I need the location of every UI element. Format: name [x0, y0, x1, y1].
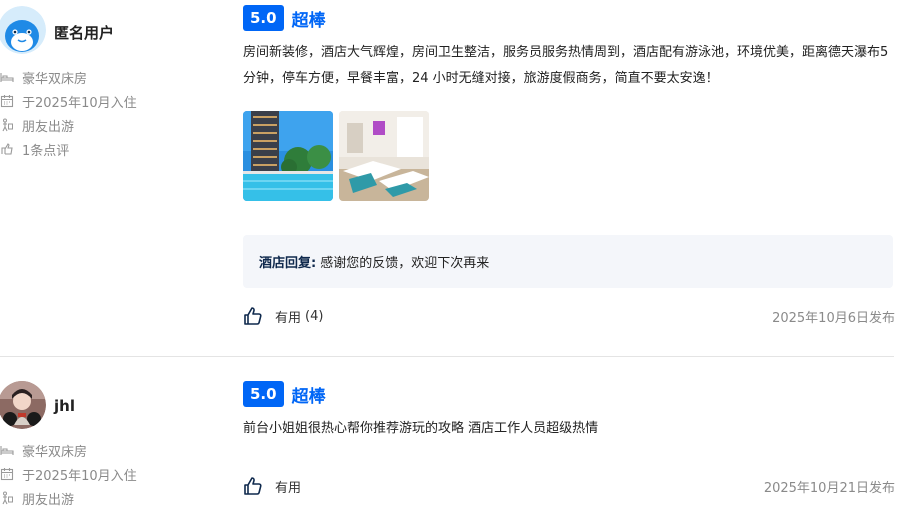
checkin-date: 于2025年10月入住 — [0, 89, 137, 113]
user-avatar[interactable] — [0, 6, 46, 54]
helpful-count: (4) — [305, 308, 324, 324]
review-footer: 有用 (4) 2025年10月6日发布 — [243, 304, 895, 328]
review-count-label: 1条点评 — [22, 143, 70, 159]
hotel-reply: 酒店回复: 感谢您的反馈，欢迎下次再来 — [243, 235, 893, 288]
calendar-icon — [0, 95, 14, 108]
username: jhl⁠ — [54, 397, 75, 415]
review-text: 房间新装修，酒店大气辉煌，房间卫生整洁，服务员服务热情周到，酒店配有游泳池，环境… — [243, 45, 889, 86]
thumbs-up-icon — [244, 307, 262, 325]
travel-type: 朋友出游 — [0, 486, 137, 510]
score-badge: 5.0 — [243, 5, 284, 31]
user-photo-avatar-icon — [0, 381, 46, 429]
travel-type-icon — [2, 491, 13, 505]
helpful-button[interactable]: 有用 — [243, 476, 305, 496]
checkin-date-label: 于2025年10月入住 — [22, 95, 137, 111]
score-label: 超棒 — [291, 10, 326, 31]
review-footer: 有用 2025年10月21日发布 — [243, 474, 895, 498]
review-count-icon — [1, 143, 13, 155]
travel-type-label: 朋友出游 — [22, 492, 75, 508]
calendar-icon — [0, 468, 14, 481]
twin-room-photo[interactable] — [339, 111, 429, 201]
helpful-label: 有用 — [275, 310, 302, 326]
room-type-label: 豪华双床房 — [22, 444, 88, 460]
reply-label: 酒店回复: — [259, 256, 317, 271]
review-text: 前台小姐姐很热心帮你推荐游玩的攻略 酒店工作人员超级热情 — [243, 421, 599, 436]
helpful-button[interactable]: 有用 (4) — [243, 306, 323, 326]
score-label: 超棒 — [291, 386, 326, 407]
user-meta: 豪华双床房 于2025年10月入住 朋友出游 — [0, 438, 137, 510]
username: 匿名用户 — [54, 24, 115, 42]
user-avatar[interactable] — [0, 381, 46, 429]
score-badge: 5.0 — [243, 381, 284, 407]
rating: 5.0 超棒 — [243, 5, 326, 31]
travel-type-label: 朋友出游 — [22, 119, 75, 135]
travel-type-icon — [2, 118, 13, 132]
publish-date: 2025年10月6日发布 — [772, 310, 895, 326]
thumbs-up-icon — [244, 477, 262, 495]
publish-date: 2025年10月21日发布 — [763, 480, 895, 496]
checkin-date: 于2025年10月入住 — [0, 462, 137, 486]
room-type-label: 豪华双床房 — [22, 71, 88, 87]
dolphin-avatar-icon — [0, 6, 46, 54]
travel-type: 朋友出游 — [0, 113, 137, 137]
helpful-label: 有用 — [275, 480, 302, 496]
bed-icon — [0, 446, 14, 455]
review-card: 匿名用户 豪华双床房 于2025年10月入住 朋友出游 1条点评 5.0 超棒 … — [0, 0, 897, 357]
review-photos — [243, 111, 429, 201]
user-meta: 豪华双床房 于2025年10月入住 朋友出游 1条点评 — [0, 65, 137, 161]
review-count: 1条点评 — [0, 137, 137, 161]
reply-text: 感谢您的反馈，欢迎下次再来 — [320, 256, 490, 271]
room-type: 豪华双床房 — [0, 65, 137, 89]
rating: 5.0 超棒 — [243, 381, 326, 407]
checkin-date-label: 于2025年10月入住 — [22, 468, 137, 484]
room-type: 豪华双床房 — [0, 438, 137, 462]
bed-icon — [0, 73, 14, 82]
hotel-pool-photo[interactable] — [243, 111, 333, 201]
